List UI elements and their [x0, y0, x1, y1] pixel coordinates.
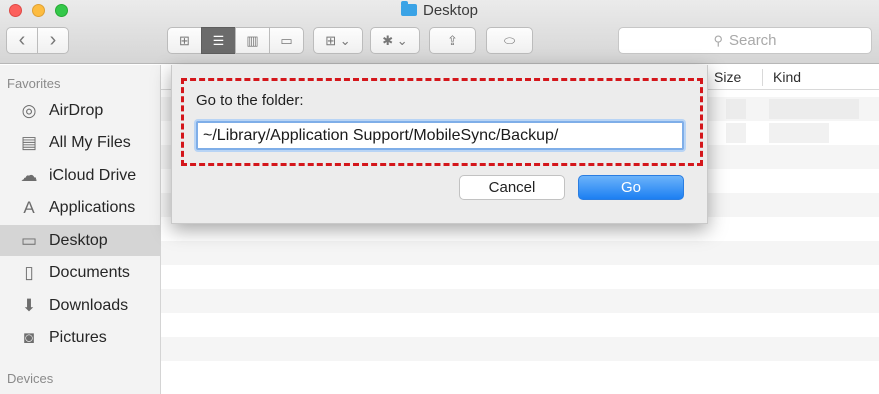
- finder-window: Desktop ‹ › ⊞ ☰ ▥ ▭ ⊞ ⌄ ✱ ⌄ ⇪ ⬭ ⚲ Search: [0, 0, 879, 394]
- back-button[interactable]: ‹: [6, 27, 38, 54]
- cover-flow-icon: ▭: [280, 32, 293, 48]
- folder-path-input[interactable]: [196, 121, 684, 150]
- icon-view-button[interactable]: ⊞: [167, 27, 202, 54]
- blurred-cell: [769, 99, 859, 119]
- column-divider: [762, 69, 763, 86]
- sidebar-item-airdrop[interactable]: ◎ AirDrop: [0, 95, 160, 126]
- documents-icon: ▯: [24, 262, 34, 282]
- list-row[interactable]: [161, 337, 879, 361]
- toolbar: Desktop ‹ › ⊞ ☰ ▥ ▭ ⊞ ⌄ ✱ ⌄ ⇪ ⬭ ⚲ Search: [0, 0, 879, 64]
- cover-flow-view-button[interactable]: ▭: [269, 27, 304, 54]
- window-title: Desktop: [0, 1, 879, 19]
- blurred-cell: [726, 123, 746, 143]
- column-header-kind[interactable]: Kind: [773, 69, 801, 85]
- sidebar-item-documents[interactable]: ▯ Documents: [0, 257, 160, 288]
- folder-icon: [400, 1, 417, 16]
- sidebar-item-all-my-files[interactable]: ▤ All My Files: [0, 127, 160, 158]
- sidebar-item-label: Desktop: [49, 231, 108, 249]
- gear-icon: ✱ ⌄: [382, 32, 408, 48]
- list-row[interactable]: [161, 265, 879, 289]
- tag-icon: ⬭: [503, 32, 516, 48]
- tag-button[interactable]: ⬭: [486, 27, 533, 54]
- column-view-icon: ▥: [246, 32, 259, 48]
- all-files-icon: ▤: [20, 132, 38, 152]
- list-view-icon: ☰: [212, 32, 225, 48]
- sidebar-item-icloud-drive[interactable]: ☁ iCloud Drive: [0, 160, 160, 191]
- sidebar-item-pictures[interactable]: ◙ Pictures: [0, 322, 160, 353]
- sidebar-item-label: All My Files: [49, 133, 131, 151]
- list-view-button[interactable]: ☰: [201, 27, 236, 54]
- view-mode-segmented-control: ⊞ ☰ ▥ ▭: [167, 27, 304, 54]
- search-field[interactable]: ⚲ Search: [618, 27, 872, 54]
- go-to-folder-dialog: Go to the folder: Cancel Go: [171, 65, 708, 224]
- chevron-left-icon: ‹: [18, 29, 26, 51]
- icon-view-icon: ⊞: [179, 32, 190, 48]
- sidebar-item-label: iCloud Drive: [49, 166, 137, 184]
- pictures-icon: ◙: [23, 327, 35, 347]
- blurred-cell: [726, 99, 746, 119]
- sidebar-item-label: Applications: [49, 198, 136, 216]
- share-icon: ⇪: [447, 32, 458, 48]
- sidebar-item-label: AirDrop: [49, 101, 104, 119]
- applications-icon: A: [23, 197, 35, 217]
- sidebar: Favorites ◎ AirDrop ▤ All My Files ☁ iCl…: [0, 65, 161, 394]
- cloud-icon: ☁: [20, 165, 38, 185]
- forward-button[interactable]: ›: [37, 27, 69, 54]
- sidebar-item-applications[interactable]: A Applications: [0, 192, 160, 223]
- share-button[interactable]: ⇪: [429, 27, 476, 54]
- arrange-icon: ⊞ ⌄: [325, 32, 351, 48]
- search-placeholder: Search: [729, 32, 777, 49]
- airdrop-icon: ◎: [21, 100, 37, 120]
- list-row[interactable]: [161, 241, 879, 265]
- cancel-button[interactable]: Cancel: [459, 175, 565, 200]
- action-button[interactable]: ✱ ⌄: [370, 27, 420, 54]
- list-row[interactable]: [161, 313, 879, 337]
- sidebar-item-label: Pictures: [49, 328, 107, 346]
- favorites-header: Favorites: [7, 76, 61, 91]
- devices-header: Devices: [7, 371, 54, 386]
- chevron-right-icon: ›: [49, 29, 57, 51]
- column-view-button[interactable]: ▥: [235, 27, 270, 54]
- column-header-size[interactable]: Size: [714, 69, 741, 85]
- go-button[interactable]: Go: [578, 175, 684, 200]
- dialog-label: Go to the folder:: [196, 92, 304, 109]
- sidebar-item-label: Downloads: [49, 296, 129, 314]
- search-icon: ⚲: [713, 32, 723, 48]
- list-row[interactable]: [161, 361, 879, 385]
- blurred-cell: [769, 123, 829, 143]
- window-title-text: Desktop: [422, 2, 479, 19]
- sidebar-item-label: Documents: [49, 263, 130, 281]
- list-row[interactable]: [161, 289, 879, 313]
- desktop-icon: ▭: [20, 230, 38, 250]
- sidebar-item-desktop[interactable]: ▭ Desktop: [0, 225, 160, 256]
- downloads-icon: ⬇: [21, 295, 37, 315]
- sidebar-item-downloads[interactable]: ⬇ Downloads: [0, 290, 160, 321]
- arrange-button[interactable]: ⊞ ⌄: [313, 27, 363, 54]
